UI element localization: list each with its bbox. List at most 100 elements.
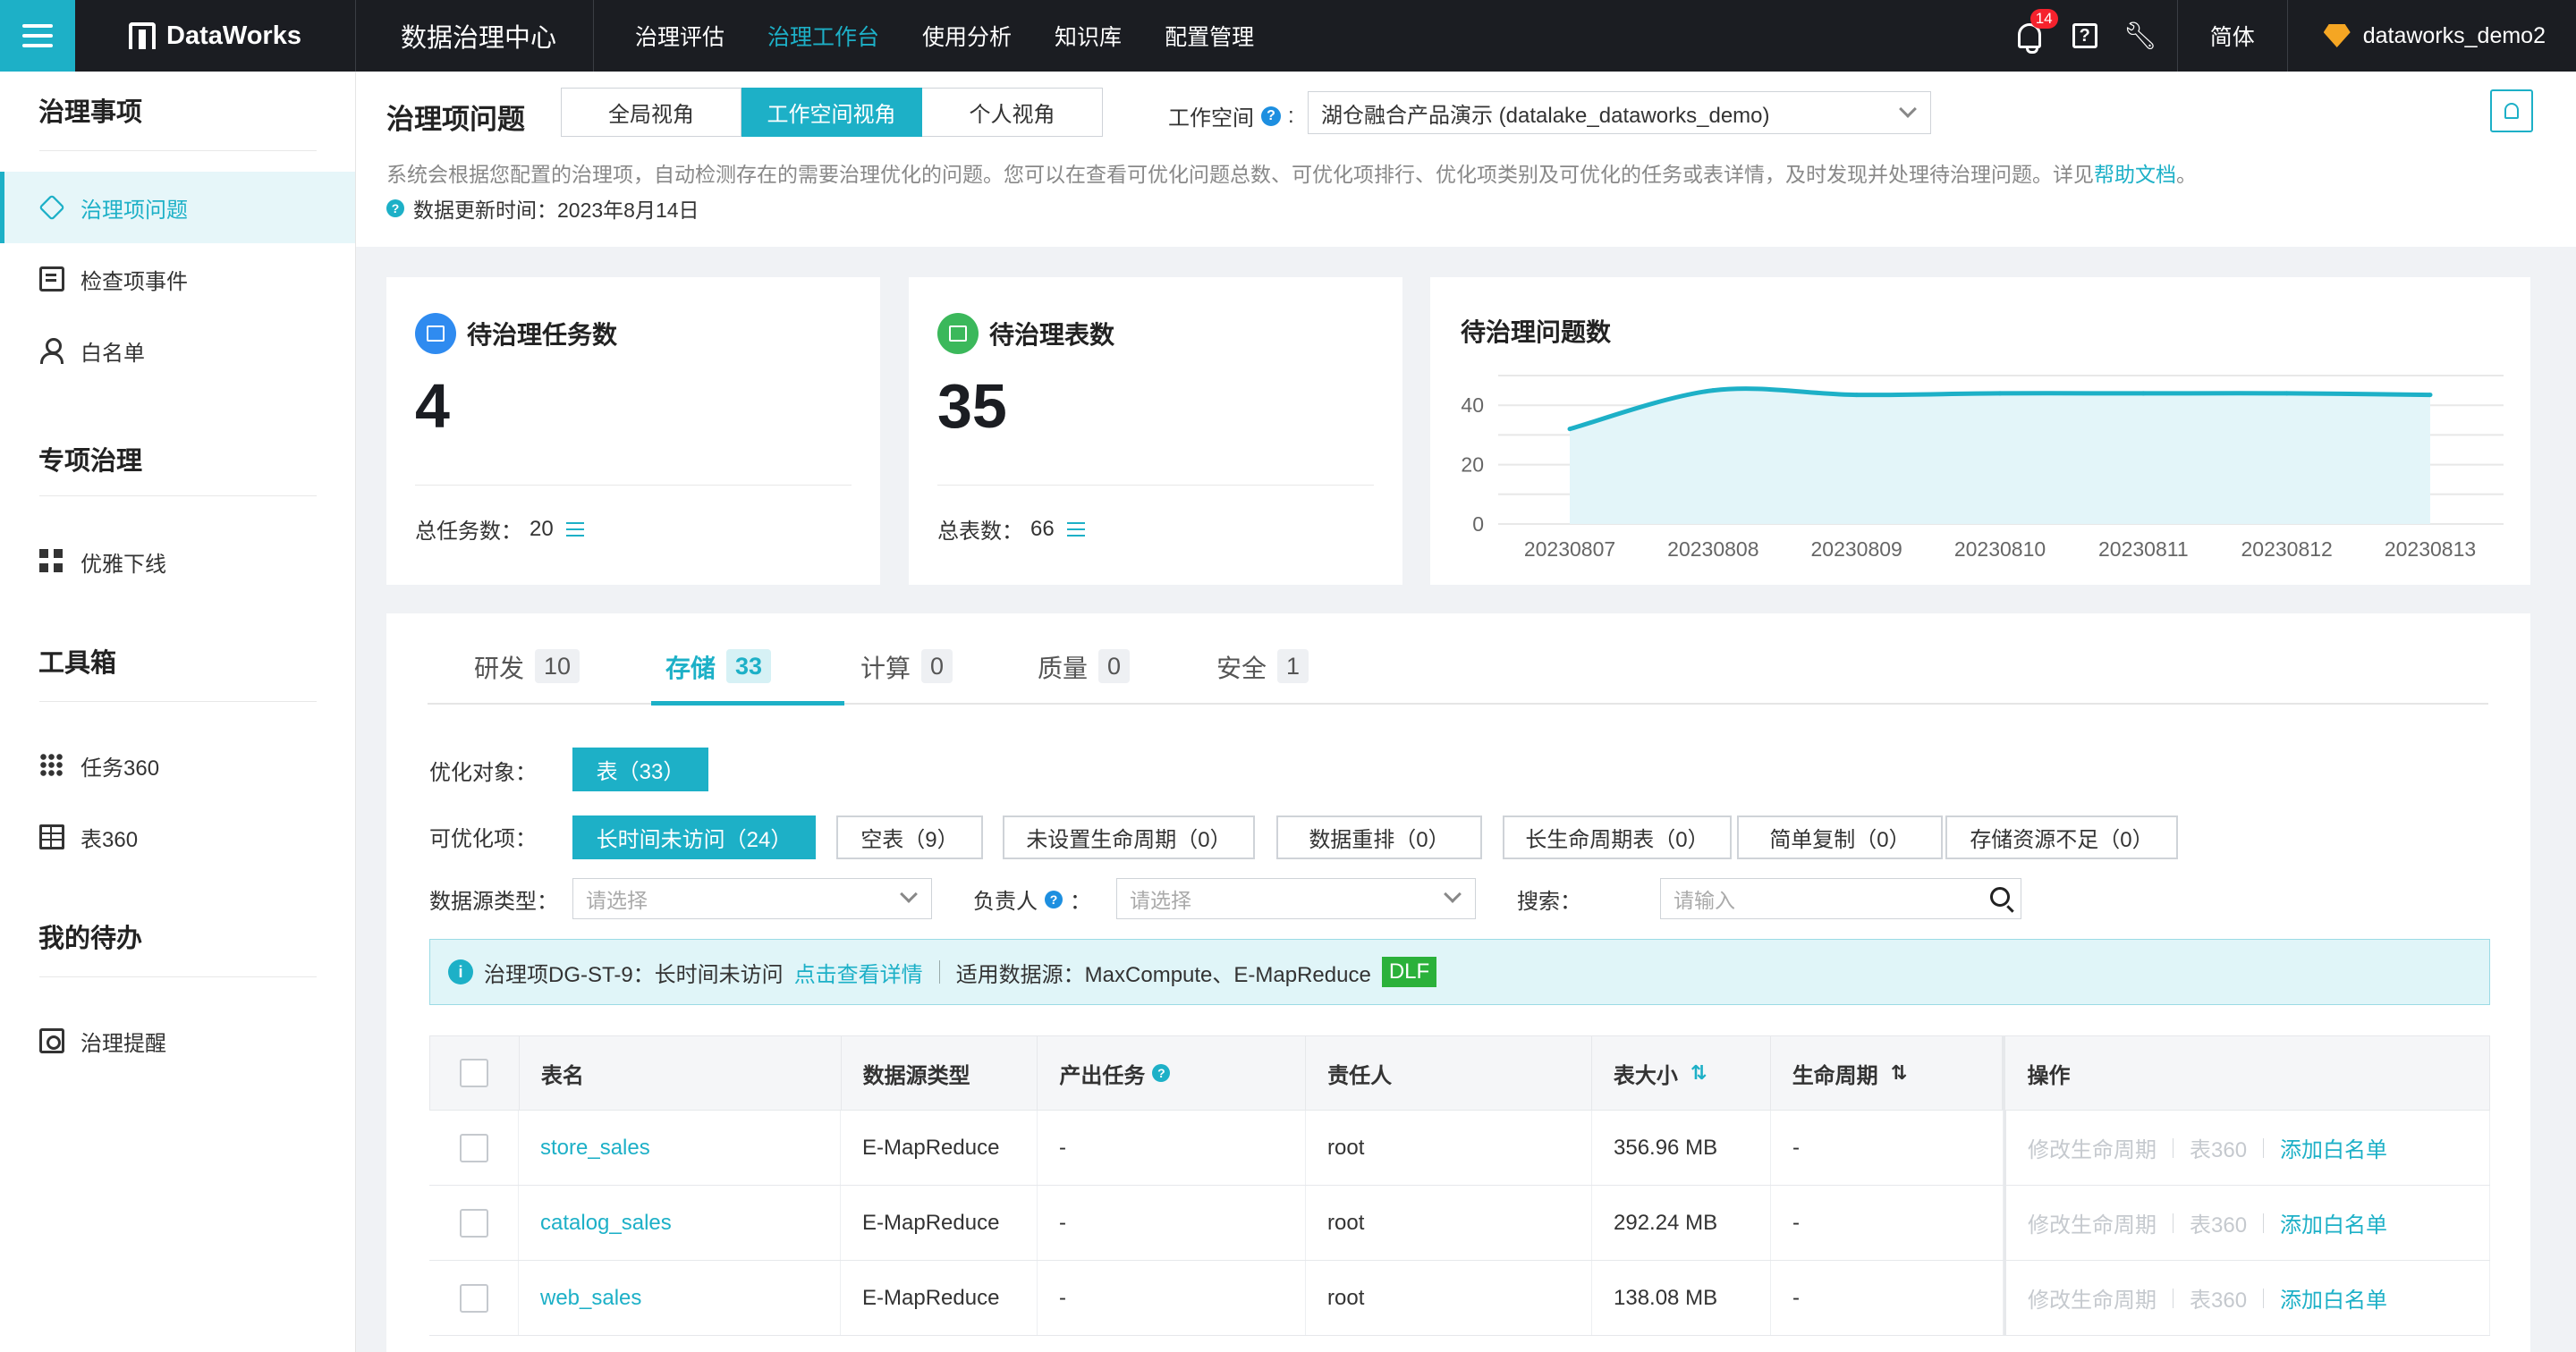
tab-label: 存储 xyxy=(665,655,716,682)
list-icon[interactable] xyxy=(1066,521,1085,537)
row-checkbox[interactable] xyxy=(459,1283,488,1313)
search-input[interactable]: 请输入 xyxy=(1660,878,2021,919)
add-whitelist-action[interactable]: 添加白名单 xyxy=(2280,1207,2387,1238)
col-output-task-label: 产出任务 xyxy=(1059,1063,1146,1088)
tab-label: 研发 xyxy=(474,655,525,682)
card-title: 待治理任务数 xyxy=(415,313,617,354)
card-title-text: 待治理表数 xyxy=(989,321,1115,349)
sidebar-group-governance: 治理事项 xyxy=(38,98,143,127)
tab-development[interactable]: 研发 10 xyxy=(474,649,580,705)
col-lifecycle[interactable]: 生命周期 ⇅ xyxy=(1771,1036,2004,1110)
sidebar-item-table360[interactable]: 表360 xyxy=(0,801,355,873)
chip-empty-table[interactable]: 空表（9） xyxy=(836,815,983,859)
sidebar-item-task360[interactable]: 任务360 xyxy=(0,730,355,801)
check-doc-icon xyxy=(39,266,64,292)
owner-label-text: 负责人 xyxy=(973,890,1038,914)
brand[interactable]: DataWorks xyxy=(75,0,356,72)
chip-data-rearrange[interactable]: 数据重排（0） xyxy=(1276,815,1482,859)
help-icon[interactable]: ? xyxy=(1152,1064,1171,1082)
nav-usage-analysis[interactable]: 使用分析 xyxy=(922,20,1012,52)
view-details-link[interactable]: 点击查看详情 xyxy=(794,957,923,988)
col-size-label: 表大小 xyxy=(1613,1063,1678,1088)
row-checkbox[interactable] xyxy=(459,1208,488,1238)
dots-grid-icon xyxy=(39,753,64,778)
table-name-link[interactable]: catalog_sales xyxy=(540,1211,672,1236)
ds-type-cell: E-MapReduce xyxy=(841,1186,1038,1260)
col-size[interactable]: 表大小 ⇅ xyxy=(1592,1036,1771,1110)
data-point xyxy=(1710,388,1716,393)
description-text: 系统会根据您配置的治理项，自动检测存在的需要治理优化的问题。您可以在查看可优化问… xyxy=(386,163,2094,186)
total-value: 66 xyxy=(1030,516,1055,541)
help-icon[interactable]: ? xyxy=(1045,890,1063,908)
tab-count: 0 xyxy=(921,649,953,683)
select-all-checkbox[interactable] xyxy=(460,1059,489,1087)
user-menu[interactable]: dataworks_demo2 xyxy=(2288,0,2576,72)
tab-quality[interactable]: 质量 0 xyxy=(1038,649,1131,705)
add-whitelist-action[interactable]: 添加白名单 xyxy=(2280,1132,2387,1163)
tab-compute[interactable]: 计算 0 xyxy=(860,649,953,705)
chip-storage-insufficient[interactable]: 存储资源不足（0） xyxy=(1945,815,2178,859)
user-gem-icon xyxy=(2323,24,2351,47)
search-icon[interactable] xyxy=(1990,887,2010,907)
target-chip-table[interactable]: 表（33） xyxy=(572,748,708,791)
help-button[interactable]: ? xyxy=(2057,0,2113,72)
chip-no-lifecycle[interactable]: 未设置生命周期（0） xyxy=(1003,815,1255,859)
sidebar-item-offline[interactable]: 优雅下线 xyxy=(0,526,355,597)
lifecycle-cell: - xyxy=(1771,1111,2004,1185)
search-placeholder: 请输入 xyxy=(1674,889,1735,912)
apps-icon xyxy=(39,549,64,574)
language-switch[interactable]: 简体 xyxy=(2176,0,2288,72)
y-tick-label: 40 xyxy=(1461,393,1484,417)
sidebar-item-whitelist[interactable]: 白名单 xyxy=(0,315,355,386)
tab-security[interactable]: 安全 1 xyxy=(1216,649,1309,705)
row-checkbox[interactable] xyxy=(459,1133,488,1162)
nav-knowledge-base[interactable]: 知识库 xyxy=(1055,20,1122,52)
tab-personal-view[interactable]: 个人视角 xyxy=(922,88,1103,137)
workspace-select[interactable]: 湖仓融合产品演示 (datalake_dataworks_demo) xyxy=(1308,91,1931,134)
chip-long-unaccessed[interactable]: 长时间未访问（24） xyxy=(572,815,816,859)
governance-icon xyxy=(38,194,65,221)
nav-governance-workbench[interactable]: 治理工作台 xyxy=(767,20,879,52)
ds-type-select[interactable]: 请选择 xyxy=(572,878,932,919)
sidebar-item-remind[interactable]: 治理提醒 xyxy=(0,1005,355,1077)
table-name-link[interactable]: web_sales xyxy=(540,1286,641,1311)
sidebar-item-events[interactable]: 检查项事件 xyxy=(0,243,355,315)
list-icon[interactable] xyxy=(565,521,584,537)
tab-workspace-view[interactable]: 工作空间视角 xyxy=(741,88,922,137)
notifications-button[interactable]: 14 xyxy=(2002,0,2058,72)
total-label: 总表数： xyxy=(937,520,1023,544)
product-title[interactable]: 数据治理中心 xyxy=(356,0,594,72)
sidebar-item-issues[interactable]: 治理项问题 xyxy=(0,172,355,243)
tab-count: 0 xyxy=(1098,649,1131,683)
chip-simple-copy[interactable]: 简单复制（0） xyxy=(1737,815,1943,859)
table-name-link[interactable]: store_sales xyxy=(540,1136,650,1161)
lifecycle-cell: - xyxy=(1771,1186,2004,1260)
ds-type-label: 数据源类型： xyxy=(429,890,558,914)
top-bar: DataWorks 数据治理中心 治理评估 治理工作台 使用分析 知识库 配置管… xyxy=(0,0,2576,72)
nav-governance-assessment[interactable]: 治理评估 xyxy=(635,20,724,52)
row-select-cell xyxy=(429,1111,519,1185)
hamburger-menu-button[interactable] xyxy=(0,0,75,72)
size-cell: 292.24 MB xyxy=(1592,1186,1771,1260)
tab-storage[interactable]: 存储 33 xyxy=(665,649,772,705)
owner-select[interactable]: 请选择 xyxy=(1116,878,1476,919)
sort-icon[interactable]: ⇅ xyxy=(1891,1061,1907,1085)
add-whitelist-action[interactable]: 添加白名单 xyxy=(2280,1282,2387,1314)
tools-button[interactable]: 🔧︎ xyxy=(2113,0,2168,72)
tab-global-view[interactable]: 全局视角 xyxy=(561,88,741,137)
help-icon[interactable]: ? xyxy=(1261,106,1281,126)
sidebar-item-label: 任务360 xyxy=(80,756,160,781)
pending-issues-chart-card: 待治理问题数 0 20 40 20230807 20230808 20230809 2023… xyxy=(1430,277,2530,585)
nav-config-management[interactable]: 配置管理 xyxy=(1165,20,1254,52)
subscribe-alert-button[interactable] xyxy=(2490,89,2533,132)
table-icon xyxy=(39,824,64,849)
sidebar-item-label: 治理提醒 xyxy=(80,1031,166,1056)
modify-lifecycle-action: 修改生命周期 xyxy=(2028,1213,2157,1238)
tab-label: 计算 xyxy=(860,655,911,682)
size-cell: 356.96 MB xyxy=(1592,1111,1771,1185)
chip-long-lifecycle[interactable]: 长生命周期表（0） xyxy=(1503,815,1732,859)
help-doc-link[interactable]: 帮助文档 xyxy=(2094,163,2176,186)
table-name-cell: web_sales xyxy=(519,1261,841,1335)
sort-icon[interactable]: ⇅ xyxy=(1690,1061,1707,1085)
top-nav: 治理评估 治理工作台 使用分析 知识库 配置管理 xyxy=(594,0,1254,72)
